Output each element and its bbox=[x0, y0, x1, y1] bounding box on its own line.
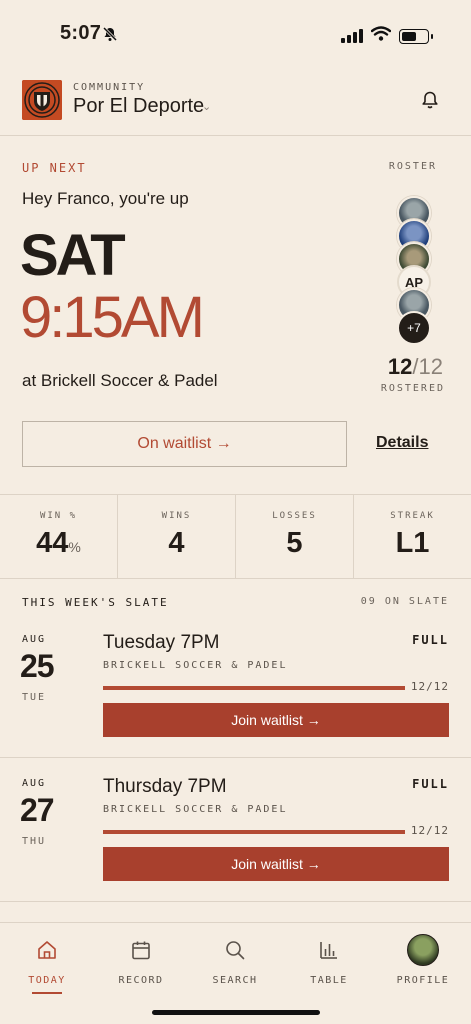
game-divider bbox=[0, 901, 471, 902]
calendar-icon bbox=[101, 935, 181, 965]
stat-value: L1 bbox=[395, 527, 430, 559]
stat-number: 44 bbox=[36, 527, 69, 559]
join-waitlist-button[interactable]: Join waitlist → bbox=[103, 847, 449, 881]
rostered-count: 12/12 bbox=[387, 354, 443, 379]
status-time: 5:07 bbox=[60, 22, 102, 44]
game-card[interactable]: AUG 27 THU Thursday 7PM FULL BRICKELL SO… bbox=[0, 770, 471, 910]
join-waitlist-button[interactable]: Join waitlist → bbox=[103, 703, 449, 737]
tab-label: TODAY bbox=[28, 975, 66, 986]
capacity-bar-fill bbox=[103, 686, 405, 690]
more-players-badge: +7 bbox=[397, 311, 431, 345]
game-status-badge: FULL bbox=[412, 777, 449, 791]
rostered-count-value: 12 bbox=[387, 354, 413, 379]
roster-label: ROSTER bbox=[388, 161, 437, 172]
tab-table[interactable]: TABLE bbox=[289, 935, 369, 986]
bottom-tab-bar: TODAY RECORD SEARCH TABLE PROFILE bbox=[0, 922, 471, 1024]
stat-win-percent: WIN % 44% bbox=[0, 495, 118, 578]
capacity-count: 12/12 bbox=[410, 824, 449, 837]
tab-profile[interactable]: PROFILE bbox=[383, 934, 463, 986]
game-weekday: TUE bbox=[22, 692, 47, 703]
game-date: 27 bbox=[20, 792, 55, 828]
search-icon bbox=[195, 935, 275, 965]
bar-chart-icon bbox=[289, 935, 369, 965]
active-tab-indicator bbox=[32, 992, 62, 994]
community-label: COMMUNITY bbox=[73, 82, 146, 93]
bell-muted-icon bbox=[102, 26, 118, 47]
chevron-down-icon: ⌄ bbox=[202, 101, 212, 113]
game-venue: at Brickell Soccer & Padel bbox=[22, 371, 218, 390]
game-venue-label: BRICKELL SOCCER & PADEL bbox=[103, 660, 288, 671]
game-month: AUG bbox=[22, 778, 47, 789]
game-divider bbox=[0, 757, 471, 758]
tab-today[interactable]: TODAY bbox=[7, 935, 87, 994]
game-status-badge: FULL bbox=[412, 633, 449, 647]
stats-row: WIN % 44% WINS 4 LOSSES 5 STREAK L1 bbox=[0, 494, 471, 579]
header-divider bbox=[0, 135, 471, 136]
tab-label: TABLE bbox=[310, 975, 348, 986]
game-month: AUG bbox=[22, 634, 47, 645]
tab-label: SEARCH bbox=[212, 975, 258, 986]
home-icon bbox=[7, 935, 87, 965]
stat-unit: % bbox=[68, 539, 81, 555]
game-date: 25 bbox=[20, 648, 55, 684]
wifi-icon bbox=[370, 26, 392, 46]
game-title: Tuesday 7PM bbox=[103, 632, 220, 653]
game-day: SAT bbox=[20, 223, 126, 288]
rostered-label: ROSTERED bbox=[380, 383, 445, 394]
tab-label: PROFILE bbox=[396, 975, 450, 986]
stat-label: WIN % bbox=[39, 511, 78, 521]
stat-value: 5 bbox=[286, 527, 303, 559]
capacity-bar bbox=[103, 830, 405, 834]
rostered-total-value: 12 bbox=[418, 354, 443, 379]
profile-avatar bbox=[407, 934, 439, 966]
game-weekday: THU bbox=[22, 836, 47, 847]
slate-count: 09 ON SLATE bbox=[360, 596, 449, 607]
community-switcher[interactable]: COMMUNITY Por El Deporte ⌄ bbox=[22, 80, 450, 122]
stat-wins: WINS 4 bbox=[118, 495, 236, 578]
roster-avatars[interactable]: AP +7 bbox=[397, 196, 433, 345]
stat-label: WINS bbox=[161, 511, 192, 521]
battery-icon bbox=[399, 28, 433, 44]
capacity-bar-fill bbox=[103, 830, 405, 834]
stat-label: STREAK bbox=[390, 511, 435, 521]
capacity-bar bbox=[103, 686, 405, 690]
tab-icon-wrap bbox=[383, 934, 463, 966]
game-card[interactable]: AUG 25 TUE Tuesday 7PM FULL BRICKELL SOC… bbox=[0, 626, 471, 766]
cellular-signal-icon bbox=[341, 29, 363, 43]
game-time: 9:15AM bbox=[20, 285, 205, 350]
details-link[interactable]: Details bbox=[376, 434, 428, 452]
club-logo bbox=[22, 80, 62, 120]
on-waitlist-button[interactable]: On waitlist → bbox=[22, 421, 347, 467]
tab-search[interactable]: SEARCH bbox=[195, 935, 275, 986]
tab-label: RECORD bbox=[118, 975, 164, 986]
game-venue-label: BRICKELL SOCCER & PADEL bbox=[103, 804, 288, 815]
notification-bell-icon[interactable] bbox=[420, 90, 440, 115]
capacity-count: 12/12 bbox=[410, 680, 449, 693]
stat-losses: LOSSES 5 bbox=[236, 495, 354, 578]
status-bar: 5:07 bbox=[0, 0, 471, 70]
game-title: Thursday 7PM bbox=[103, 776, 227, 797]
greeting-text: Hey Franco, you're up bbox=[22, 189, 189, 208]
community-name: Por El Deporte bbox=[73, 95, 205, 117]
tab-record[interactable]: RECORD bbox=[101, 935, 181, 986]
stat-value: 44% bbox=[0, 527, 117, 560]
home-indicator bbox=[152, 1010, 320, 1015]
slate-title: THIS WEEK'S SLATE bbox=[22, 596, 169, 609]
stat-streak: STREAK L1 bbox=[354, 495, 471, 578]
stat-label: LOSSES bbox=[272, 511, 317, 521]
stat-value: 4 bbox=[168, 527, 185, 559]
up-next-label: UP NEXT bbox=[22, 161, 87, 175]
